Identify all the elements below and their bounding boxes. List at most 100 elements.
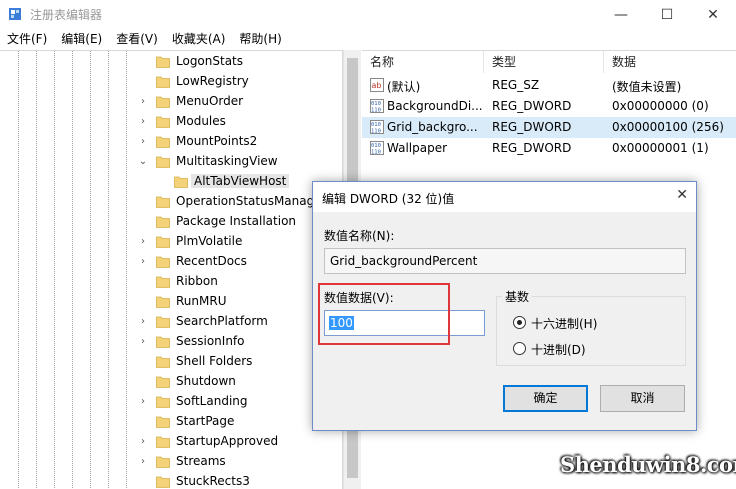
tree-item-label: MountPoints2 bbox=[176, 134, 258, 148]
folder-icon bbox=[156, 296, 170, 308]
annotation-highlight-box bbox=[318, 283, 450, 345]
folder-icon bbox=[156, 196, 170, 208]
window-title: 注册表编辑器 bbox=[30, 8, 103, 22]
expand-chevron-icon[interactable]: › bbox=[138, 396, 148, 408]
svg-text:010: 010 bbox=[371, 101, 381, 107]
tree-item[interactable]: Shutdown bbox=[0, 372, 342, 392]
list-cell-data: 0x00000100 (256) bbox=[612, 120, 724, 134]
ok-button[interactable]: 确定 bbox=[503, 385, 588, 412]
tree-item[interactable]: Shell Folders bbox=[0, 352, 342, 372]
registry-tree[interactable]: LogonStats LowRegistry › MenuOrder › Modules ›… bbox=[0, 50, 343, 489]
tree-item[interactable]: AltTabViewHost bbox=[0, 172, 342, 192]
tree-item-label: Ribbon bbox=[176, 274, 218, 288]
tree-item[interactable]: ⌄ MultitaskingView bbox=[0, 152, 342, 172]
svg-text:110: 110 bbox=[371, 129, 381, 135]
tree-item-label: Modules bbox=[176, 114, 226, 128]
column-header-type[interactable]: 类型 bbox=[484, 51, 604, 73]
edit-dword-dialog: 编辑 DWORD (32 位)值 ✕ 数值名称(N): Grid_backgro… bbox=[312, 181, 697, 431]
list-row[interactable]: 010 110 BackgroundDi... REG_DWORD 0x00000000… bbox=[362, 96, 736, 117]
tree-item[interactable]: Ribbon bbox=[0, 272, 342, 292]
column-header-name[interactable]: 名称 bbox=[362, 51, 484, 73]
dialog-close-icon[interactable]: ✕ bbox=[676, 187, 688, 203]
expand-chevron-icon[interactable]: › bbox=[138, 96, 148, 108]
tree-item[interactable]: StuckRects3 bbox=[0, 472, 342, 489]
close-button[interactable]: ✕ bbox=[690, 0, 736, 29]
expand-chevron-icon[interactable]: › bbox=[138, 316, 148, 328]
list-cell-data: 0x00000000 (0) bbox=[612, 99, 709, 113]
list-cell-type: REG_DWORD bbox=[492, 99, 572, 113]
menu-view[interactable]: 查看(V) bbox=[109, 29, 165, 49]
tree-item[interactable]: › StartupApproved bbox=[0, 432, 342, 452]
tree-item-label: StartupApproved bbox=[176, 434, 279, 448]
tree-item-label: RunMRU bbox=[176, 294, 227, 308]
tree-item-label: OperationStatusManag bbox=[176, 194, 315, 208]
folder-icon bbox=[156, 436, 170, 448]
tree-item[interactable]: RunMRU bbox=[0, 292, 342, 312]
expand-chevron-icon[interactable]: › bbox=[138, 336, 148, 348]
tree-item-label: Shell Folders bbox=[176, 354, 253, 368]
tree-item[interactable]: LogonStats bbox=[0, 52, 342, 72]
svg-text:010: 010 bbox=[371, 143, 381, 149]
folder-icon bbox=[156, 356, 170, 368]
menu-favorites[interactable]: 收藏夹(A) bbox=[165, 29, 233, 49]
string-value-icon: ab bbox=[370, 78, 384, 92]
expand-chevron-icon[interactable]: › bbox=[138, 256, 148, 268]
radio-decimal[interactable] bbox=[513, 342, 526, 355]
tree-item[interactable]: StartPage bbox=[0, 412, 342, 432]
tree-item[interactable]: › PlmVolatile bbox=[0, 232, 342, 252]
tree-item-label: StuckRects3 bbox=[176, 474, 250, 488]
expand-chevron-icon[interactable]: › bbox=[138, 116, 148, 128]
tree-item-label: SessionInfo bbox=[176, 334, 245, 348]
menu-file[interactable]: 文件(F) bbox=[0, 29, 54, 49]
tree-item[interactable]: LowRegistry bbox=[0, 72, 342, 92]
list-row[interactable]: 010 110 Grid_backgro... REG_DWORD 0x00000100… bbox=[362, 117, 736, 138]
tree-item[interactable]: › MountPoints2 bbox=[0, 132, 342, 152]
tree-item[interactable]: › SoftLanding bbox=[0, 392, 342, 412]
minimize-button[interactable]: — bbox=[598, 0, 644, 29]
column-header-data[interactable]: 数据 bbox=[604, 51, 736, 73]
tree-item[interactable]: › Streams bbox=[0, 452, 342, 472]
tree-item-label: SearchPlatform bbox=[176, 314, 268, 328]
tree-item[interactable]: › Modules bbox=[0, 112, 342, 132]
tree-item[interactable]: › MenuOrder bbox=[0, 92, 342, 112]
list-cell-data: 0x00000001 (1) bbox=[612, 141, 709, 155]
tree-item-label: RecentDocs bbox=[176, 254, 247, 268]
folder-icon bbox=[156, 476, 170, 488]
radio-hex[interactable] bbox=[513, 316, 526, 329]
dialog-title: 编辑 DWORD (32 位)值 bbox=[322, 192, 455, 206]
maximize-button[interactable]: ☐ bbox=[644, 0, 690, 29]
menu-edit[interactable]: 编辑(E) bbox=[54, 29, 109, 49]
tree-item-label: Streams bbox=[176, 454, 226, 468]
folder-icon bbox=[156, 376, 170, 388]
folder-icon bbox=[156, 336, 170, 348]
expand-chevron-icon[interactable]: › bbox=[138, 436, 148, 448]
list-cell-name: Wallpaper bbox=[387, 141, 448, 155]
tree-item[interactable]: › RecentDocs bbox=[0, 252, 342, 272]
dword-value-icon: 010110 bbox=[370, 141, 384, 155]
list-row[interactable]: 010 110 Wallpaper REG_DWORD 0x00000001 (1) bbox=[362, 138, 736, 159]
base-group-title: 基数 bbox=[502, 288, 533, 305]
expand-chevron-icon[interactable]: › bbox=[138, 236, 148, 248]
tree-item[interactable]: OperationStatusManag bbox=[0, 192, 342, 212]
collapse-chevron-icon[interactable]: ⌄ bbox=[138, 156, 148, 168]
value-name-field: Grid_backgroundPercent bbox=[324, 248, 686, 274]
folder-icon bbox=[156, 396, 170, 408]
tree-item-label: PlmVolatile bbox=[176, 234, 243, 248]
list-row[interactable]: ab (默认) REG_SZ (数值未设置) bbox=[362, 75, 736, 96]
tree-item[interactable]: Package Installation bbox=[0, 212, 342, 232]
menu-help[interactable]: 帮助(H) bbox=[232, 29, 288, 49]
svg-text:110: 110 bbox=[371, 108, 381, 114]
tree-item-label: MultitaskingView bbox=[176, 154, 278, 168]
expand-chevron-icon[interactable]: › bbox=[138, 136, 148, 148]
dword-value-icon: 010110 bbox=[370, 120, 384, 134]
tree-item[interactable]: › SearchPlatform bbox=[0, 312, 342, 332]
folder-icon bbox=[156, 276, 170, 288]
svg-text:010: 010 bbox=[371, 122, 381, 128]
tree-item[interactable]: › SessionInfo bbox=[0, 332, 342, 352]
folder-icon bbox=[174, 176, 188, 188]
radio-hex-label[interactable]: 十六进制(H) bbox=[531, 315, 597, 332]
folder-icon bbox=[156, 96, 170, 108]
expand-chevron-icon[interactable]: › bbox=[138, 456, 148, 468]
radio-decimal-label[interactable]: 十进制(D) bbox=[531, 341, 586, 358]
cancel-button[interactable]: 取消 bbox=[600, 385, 685, 412]
